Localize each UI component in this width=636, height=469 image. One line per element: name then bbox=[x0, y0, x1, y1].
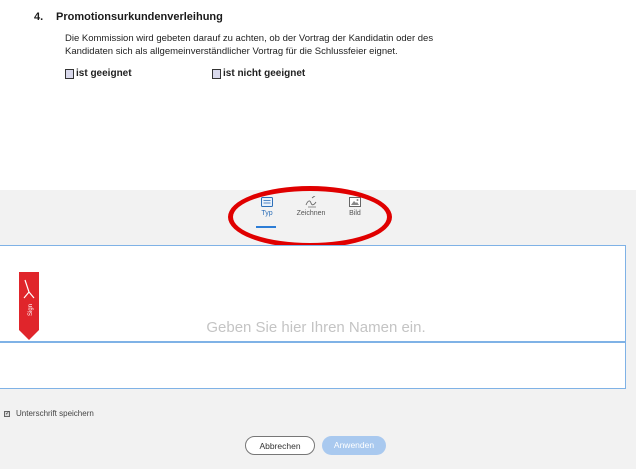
svg-text:Sign: Sign bbox=[28, 304, 34, 316]
sign-here-flag-icon: Sign bbox=[19, 272, 39, 340]
apply-button[interactable]: Anwenden bbox=[322, 436, 386, 455]
section-heading: 4. Promotionsurkundenverleihung bbox=[34, 11, 223, 23]
pen-draw-icon bbox=[305, 196, 317, 208]
tab-image-label: Bild bbox=[349, 210, 361, 217]
save-signature-label: Unterschrift speichern bbox=[16, 409, 94, 418]
signature-name-input[interactable] bbox=[99, 318, 533, 337]
paragraph-line-1: Die Kommission wird gebeten darauf zu ac… bbox=[65, 33, 434, 44]
paragraph-line-2: Kandidaten sich als allgemeinverständlic… bbox=[65, 46, 398, 57]
checkbox-not-suitable[interactable] bbox=[212, 68, 221, 79]
tab-draw-label: Zeichnen bbox=[296, 210, 326, 217]
tab-image[interactable]: Bild bbox=[335, 196, 375, 217]
signature-input-area[interactable]: Sign bbox=[0, 245, 626, 389]
option-not-suitable[interactable]: ist nicht geeignet bbox=[212, 68, 305, 79]
option-suitable[interactable]: ist geeignet bbox=[65, 68, 132, 79]
cancel-button[interactable]: Abbrechen bbox=[245, 436, 315, 455]
signature-dialog: Typ Zeichnen Bild Sign Geben Sie hier Ih… bbox=[0, 186, 636, 469]
save-signature-row[interactable]: ✓ Unterschrift speichern bbox=[4, 409, 94, 418]
keyboard-icon bbox=[261, 197, 273, 207]
option-not-suitable-label: ist nicht geeignet bbox=[223, 68, 306, 79]
save-signature-checkbox[interactable]: ✓ bbox=[4, 410, 10, 417]
tab-type[interactable]: Typ bbox=[247, 196, 287, 217]
image-icon bbox=[349, 197, 361, 207]
signature-mode-tabs: Typ Zeichnen Bild bbox=[247, 196, 377, 228]
tab-type-label: Typ bbox=[261, 210, 273, 217]
section-number: 4. bbox=[34, 11, 44, 23]
active-tab-indicator bbox=[256, 226, 276, 228]
section-paragraph: Die Kommission wird gebeten darauf zu ac… bbox=[65, 32, 525, 58]
tab-draw[interactable]: Zeichnen bbox=[291, 196, 331, 217]
pdf-document-page: 4. Promotionsurkundenverleihung Die Kommi… bbox=[0, 0, 636, 190]
signature-baseline bbox=[0, 341, 625, 343]
checkbox-suitable[interactable] bbox=[65, 68, 74, 79]
option-suitable-label: ist geeignet bbox=[76, 68, 132, 79]
section-title: Promotionsurkundenverleihung bbox=[56, 11, 223, 23]
